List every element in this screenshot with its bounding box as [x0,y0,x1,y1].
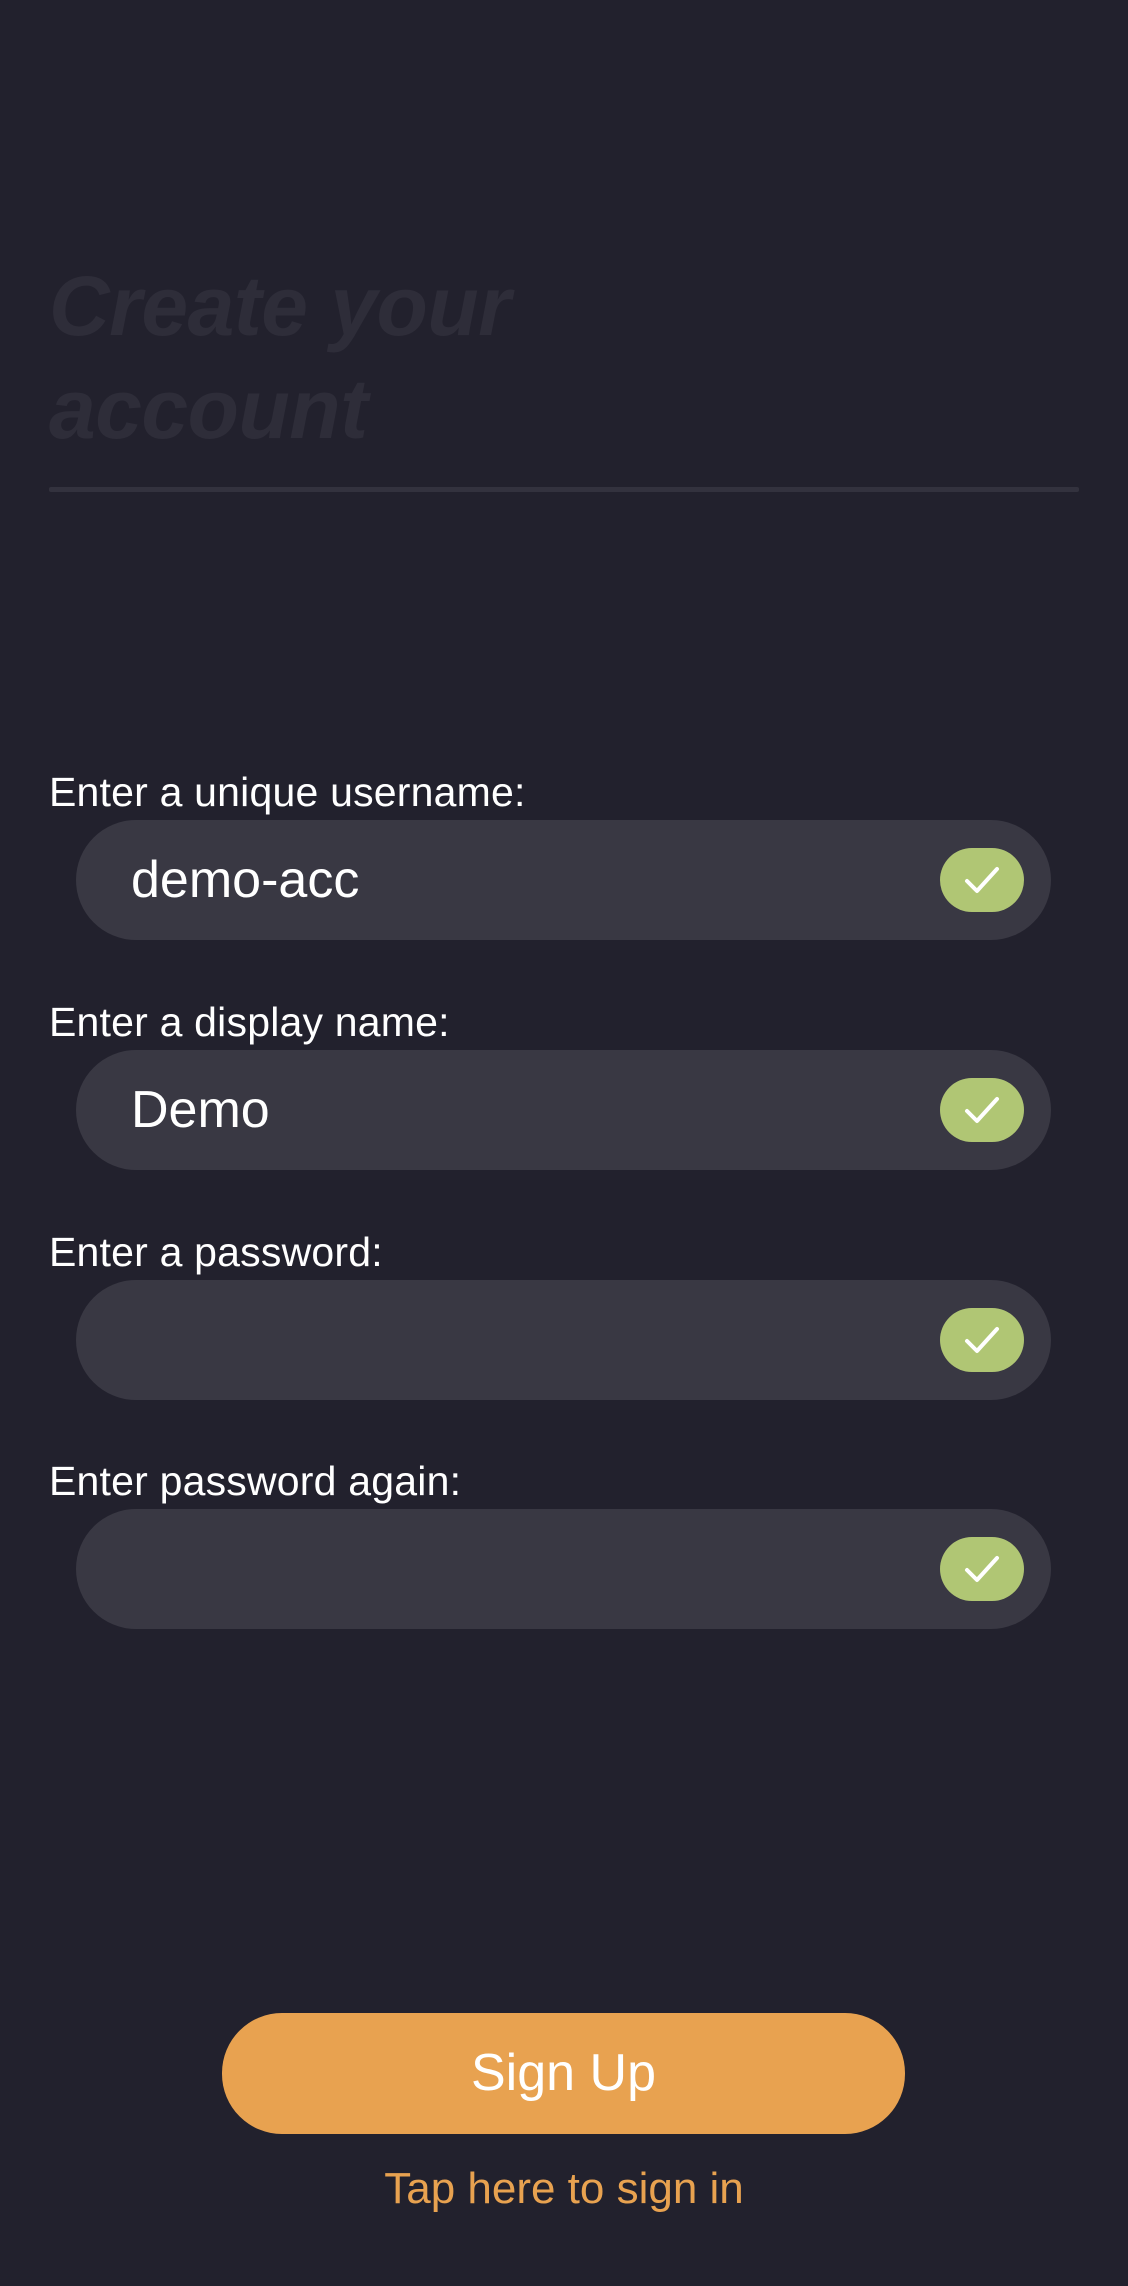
display-name-field-group: Enter a display name: Demo [49,997,1079,1170]
checkmark-icon [940,1308,1024,1372]
checkmark-icon [940,1537,1024,1601]
username-label: Enter a unique username: [49,769,526,815]
password-label: Enter a password: [49,1229,383,1275]
title-divider [49,487,1079,492]
username-field-group: Enter a unique username: demo-acc [49,767,1079,940]
password-input[interactable] [76,1280,1051,1400]
checkmark-icon [940,1078,1024,1142]
display-name-value: Demo [131,1081,270,1139]
display-name-input[interactable]: Demo [76,1050,1051,1170]
sign-up-button[interactable]: Sign Up [222,2013,905,2134]
checkmark-icon [940,848,1024,912]
display-name-label: Enter a display name: [49,999,450,1045]
password-field-group: Enter a password: [49,1227,1079,1400]
sign-in-link[interactable]: Tap here to sign in [0,2160,1128,2218]
username-input[interactable]: demo-acc [76,820,1051,940]
page-header: Create your account [49,255,1079,461]
confirm-password-label: Enter password again: [49,1458,462,1504]
username-value: demo-acc [131,851,360,909]
page-title: Create your account [49,259,511,456]
confirm-password-field-group: Enter password again: [49,1456,1079,1629]
confirm-password-input[interactable] [76,1509,1051,1629]
